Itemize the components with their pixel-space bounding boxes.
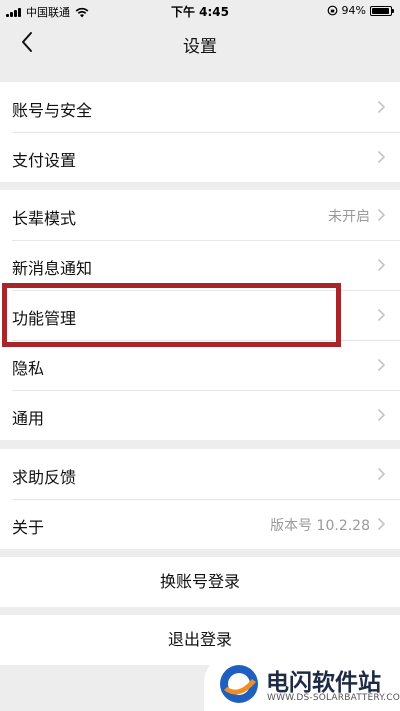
- row-label: 支付设置: [12, 151, 77, 170]
- nav-bar: 设置: [0, 22, 400, 62]
- row-privacy[interactable]: 隐私: [0, 340, 400, 390]
- row-elder-mode[interactable]: 长辈模式 未开启: [0, 190, 400, 240]
- page-title: 设置: [183, 37, 217, 57]
- site-logo-icon: [220, 665, 258, 703]
- chevron-right-icon: [377, 467, 386, 481]
- row-label: 长辈模式: [12, 209, 77, 228]
- chevron-right-icon: [377, 150, 386, 164]
- chevron-right-icon: [377, 208, 386, 222]
- row-label: 求助反馈: [12, 468, 77, 487]
- row-label: 功能管理: [12, 309, 77, 328]
- row-label: 通用: [12, 409, 45, 428]
- battery-icon: [370, 5, 394, 16]
- row-feature-management[interactable]: 功能管理: [0, 290, 400, 340]
- row-payment-settings[interactable]: 支付设置: [0, 132, 400, 182]
- row-value: 未开启: [328, 209, 370, 225]
- chevron-right-icon: [377, 258, 386, 272]
- row-label: 隐私: [12, 359, 45, 378]
- settings-group-help: 求助反馈 关于 版本号 10.2.28: [0, 449, 400, 549]
- row-about[interactable]: 关于 版本号 10.2.28: [0, 499, 400, 549]
- chevron-right-icon: [377, 100, 386, 114]
- chevron-right-icon: [377, 517, 386, 531]
- watermark-name: 电闪软件站: [266, 670, 381, 696]
- status-right: 94%: [327, 4, 394, 17]
- battery-percent: 94%: [341, 4, 366, 17]
- row-label: 关于: [12, 518, 45, 537]
- row-message-notifications[interactable]: 新消息通知: [0, 240, 400, 290]
- row-account-security[interactable]: 账号与安全: [0, 82, 400, 132]
- chevron-right-icon: [377, 358, 386, 372]
- row-help-feedback[interactable]: 求助反馈: [0, 449, 400, 499]
- chevron-right-icon: [377, 308, 386, 322]
- rotation-lock-icon: [327, 5, 337, 16]
- switch-account-button[interactable]: 换账号登录: [0, 557, 400, 607]
- watermark: 电闪软件站 WWW.DS-SOLARBATTERY.COM: [204, 656, 400, 711]
- settings-group-general: 长辈模式 未开启 新消息通知 功能管理 隐私 通用: [0, 190, 400, 440]
- row-label: 账号与安全: [12, 101, 93, 120]
- watermark-domain: WWW.DS-SOLARBATTERY.COM: [267, 693, 400, 703]
- row-value: 版本号 10.2.28: [270, 518, 370, 534]
- battery-fill: [372, 7, 389, 14]
- chevron-right-icon: [377, 408, 386, 422]
- row-label: 新消息通知: [12, 259, 93, 278]
- status-bar: 中国联通 下午 4:45 94%: [0, 0, 400, 22]
- row-general[interactable]: 通用: [0, 390, 400, 440]
- settings-group-account: 账号与安全 支付设置: [0, 82, 400, 182]
